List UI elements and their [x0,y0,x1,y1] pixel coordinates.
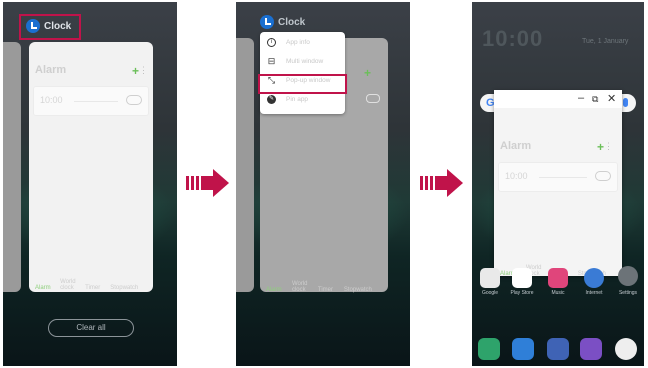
menu-label: Multi window [286,58,324,65]
settings-icon[interactable] [618,266,638,286]
menu-item-multi-window[interactable]: ⊟ Multi window [260,53,345,71]
messages-icon[interactable] [512,338,534,360]
app-label: Music [551,290,565,296]
phone-icon[interactable] [478,338,500,360]
internet-icon[interactable] [584,268,604,288]
app-label: Settings [618,290,638,296]
app-context-menu: i App info ⊟ Multi window ⤡ Pop-up windo… [260,32,345,114]
google-folder-icon[interactable] [480,268,500,288]
tab-stopwatch[interactable]: Stopwatch [344,287,372,293]
camera-icon[interactable] [547,338,569,360]
alarm-item[interactable]: 10:00 [33,86,149,116]
pin-icon: ✎ [267,95,276,104]
next-step-arrow-icon [186,169,229,197]
alarm-toggle[interactable] [595,171,611,181]
menu-label: App info [286,39,310,46]
previous-app-card[interactable] [236,38,254,292]
tab-timer[interactable]: Timer [318,287,344,293]
recent-apps-screen-1: Alarm + ⋮ 10:00 AlarmWorld clock Timer Sto… [3,2,177,366]
recent-apps-screen-2: AlarmWorld clock Timer Stopwatch Clock i A… [236,2,410,366]
gallery-icon[interactable] [580,338,602,360]
previous-app-card[interactable] [3,42,21,292]
app-label: Google [481,290,499,296]
info-icon: i [267,38,276,47]
tab-world-clock[interactable]: World clock [60,279,85,291]
tab-alarm[interactable]: Alarm [35,285,60,291]
more-options-icon[interactable]: ⋮ [139,65,148,76]
play-store-icon[interactable] [512,268,532,288]
highlight-box [258,74,347,94]
tab-stopwatch[interactable]: Stopwatch [110,285,138,291]
home-date: Tue, 1 January [582,38,629,45]
app-label: Play Store [510,290,534,296]
maximize-icon[interactable]: ⧉ [592,94,598,105]
chrome-icon[interactable] [615,338,637,360]
app-title: Clock [278,17,306,28]
alarm-item[interactable]: 10:00 [498,162,618,192]
music-icon[interactable] [548,268,568,288]
mic-icon[interactable] [623,98,628,107]
app-header-button[interactable]: Clock [254,12,314,34]
tab-alarm[interactable]: Alarm [266,287,292,293]
alarm-toggle [366,94,380,103]
home-screen: 10:00 Tue, 1 January G – ⧉ ✕ Alarm + ⋮ 1… [472,2,644,366]
add-alarm-icon[interactable]: + [132,64,139,78]
minimize-icon[interactable]: – [578,92,584,104]
menu-label: Pin app [286,96,309,103]
close-icon[interactable]: ✕ [607,92,616,105]
card-header: Alarm [500,140,532,152]
highlight-box [19,14,81,40]
alarm-time: 10:00 [505,171,528,181]
tab-timer[interactable]: Timer [85,285,110,291]
pop-up-window[interactable]: – ⧉ ✕ Alarm + ⋮ 10:00 AlarmWorld clockTi… [494,90,622,277]
more-options-icon[interactable]: ⋮ [604,141,613,152]
multi-window-icon: ⊟ [267,56,276,66]
pop-up-title-bar[interactable]: – ⧉ ✕ [494,90,622,108]
alarm-time: 10:00 [40,95,63,105]
clear-all-button[interactable]: Clear all [48,319,134,337]
next-step-arrow-icon [420,169,463,197]
clock-app-card[interactable]: Alarm + ⋮ 10:00 AlarmWorld clock Timer Sto… [29,42,153,292]
home-clock: 10:00 [482,26,544,51]
add-alarm-icon[interactable]: + [597,140,604,154]
clock-tabs: AlarmWorld clockTimerStopwatch [266,278,384,293]
tab-world-clock[interactable]: World clock [292,281,318,293]
menu-item-app-info[interactable]: i App info [260,34,345,52]
add-alarm-icon: + [364,66,372,80]
clock-tabs: AlarmWorld clockTimerStopwatch [35,276,149,291]
clock-icon [260,15,274,29]
alarm-toggle[interactable] [126,95,142,105]
app-label: Internet [585,290,603,296]
card-header: Alarm [35,64,67,76]
